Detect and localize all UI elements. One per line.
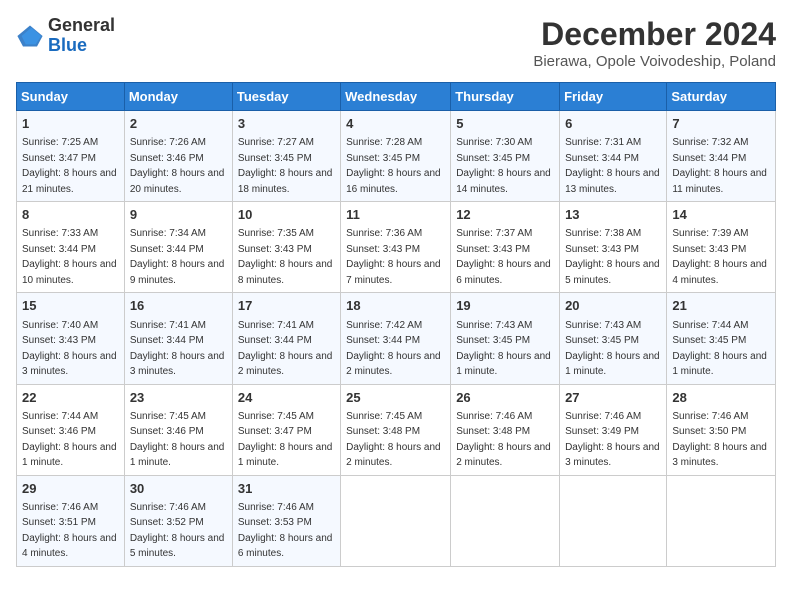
table-row: 30 Sunrise: 7:46 AMSunset: 3:52 PMDaylig…: [124, 475, 232, 566]
empty-cell: [341, 475, 451, 566]
table-row: 28 Sunrise: 7:46 AMSunset: 3:50 PMDaylig…: [667, 384, 776, 475]
calendar-row: 22 Sunrise: 7:44 AMSunset: 3:46 PMDaylig…: [17, 384, 776, 475]
logo: General Blue: [16, 16, 115, 56]
table-row: 1 Sunrise: 7:25 AMSunset: 3:47 PMDayligh…: [17, 111, 125, 202]
empty-cell: [451, 475, 560, 566]
table-row: 7 Sunrise: 7:32 AMSunset: 3:44 PMDayligh…: [667, 111, 776, 202]
col-saturday: Saturday: [667, 83, 776, 111]
location-subtitle: Bierawa, Opole Voivodeship, Poland: [533, 53, 776, 70]
logo-blue-text: Blue: [48, 35, 87, 55]
calendar-row: 1 Sunrise: 7:25 AMSunset: 3:47 PMDayligh…: [17, 111, 776, 202]
table-row: 25 Sunrise: 7:45 AMSunset: 3:48 PMDaylig…: [341, 384, 451, 475]
col-monday: Monday: [124, 83, 232, 111]
month-title: December 2024: [533, 16, 776, 53]
col-wednesday: Wednesday: [341, 83, 451, 111]
calendar-header-row: Sunday Monday Tuesday Wednesday Thursday…: [17, 83, 776, 111]
table-row: 14 Sunrise: 7:39 AMSunset: 3:43 PMDaylig…: [667, 202, 776, 293]
table-row: 31 Sunrise: 7:46 AMSunset: 3:53 PMDaylig…: [232, 475, 340, 566]
empty-cell: [667, 475, 776, 566]
table-row: 2 Sunrise: 7:26 AMSunset: 3:46 PMDayligh…: [124, 111, 232, 202]
table-row: 20 Sunrise: 7:43 AMSunset: 3:45 PMDaylig…: [560, 293, 667, 384]
calendar-row: 8 Sunrise: 7:33 AMSunset: 3:44 PMDayligh…: [17, 202, 776, 293]
table-row: 16 Sunrise: 7:41 AMSunset: 3:44 PMDaylig…: [124, 293, 232, 384]
table-row: 21 Sunrise: 7:44 AMSunset: 3:45 PMDaylig…: [667, 293, 776, 384]
logo-icon: [16, 22, 44, 50]
table-row: 24 Sunrise: 7:45 AMSunset: 3:47 PMDaylig…: [232, 384, 340, 475]
table-row: 17 Sunrise: 7:41 AMSunset: 3:44 PMDaylig…: [232, 293, 340, 384]
calendar-row: 29 Sunrise: 7:46 AMSunset: 3:51 PMDaylig…: [17, 475, 776, 566]
table-row: 26 Sunrise: 7:46 AMSunset: 3:48 PMDaylig…: [451, 384, 560, 475]
table-row: 15 Sunrise: 7:40 AMSunset: 3:43 PMDaylig…: [17, 293, 125, 384]
col-friday: Friday: [560, 83, 667, 111]
table-row: 4 Sunrise: 7:28 AMSunset: 3:45 PMDayligh…: [341, 111, 451, 202]
table-row: 13 Sunrise: 7:38 AMSunset: 3:43 PMDaylig…: [560, 202, 667, 293]
page-header: General Blue December 2024 Bierawa, Opol…: [16, 16, 776, 70]
col-tuesday: Tuesday: [232, 83, 340, 111]
calendar-row: 15 Sunrise: 7:40 AMSunset: 3:43 PMDaylig…: [17, 293, 776, 384]
table-row: 9 Sunrise: 7:34 AMSunset: 3:44 PMDayligh…: [124, 202, 232, 293]
empty-cell: [560, 475, 667, 566]
title-block: December 2024 Bierawa, Opole Voivodeship…: [533, 16, 776, 70]
table-row: 12 Sunrise: 7:37 AMSunset: 3:43 PMDaylig…: [451, 202, 560, 293]
table-row: 22 Sunrise: 7:44 AMSunset: 3:46 PMDaylig…: [17, 384, 125, 475]
col-thursday: Thursday: [451, 83, 560, 111]
table-row: 23 Sunrise: 7:45 AMSunset: 3:46 PMDaylig…: [124, 384, 232, 475]
table-row: 3 Sunrise: 7:27 AMSunset: 3:45 PMDayligh…: [232, 111, 340, 202]
table-row: 27 Sunrise: 7:46 AMSunset: 3:49 PMDaylig…: [560, 384, 667, 475]
table-row: 18 Sunrise: 7:42 AMSunset: 3:44 PMDaylig…: [341, 293, 451, 384]
table-row: 10 Sunrise: 7:35 AMSunset: 3:43 PMDaylig…: [232, 202, 340, 293]
table-row: 11 Sunrise: 7:36 AMSunset: 3:43 PMDaylig…: [341, 202, 451, 293]
table-row: 29 Sunrise: 7:46 AMSunset: 3:51 PMDaylig…: [17, 475, 125, 566]
col-sunday: Sunday: [17, 83, 125, 111]
table-row: 6 Sunrise: 7:31 AMSunset: 3:44 PMDayligh…: [560, 111, 667, 202]
table-row: 5 Sunrise: 7:30 AMSunset: 3:45 PMDayligh…: [451, 111, 560, 202]
table-row: 8 Sunrise: 7:33 AMSunset: 3:44 PMDayligh…: [17, 202, 125, 293]
logo-general-text: General: [48, 15, 115, 35]
calendar-table: Sunday Monday Tuesday Wednesday Thursday…: [16, 82, 776, 567]
table-row: 19 Sunrise: 7:43 AMSunset: 3:45 PMDaylig…: [451, 293, 560, 384]
